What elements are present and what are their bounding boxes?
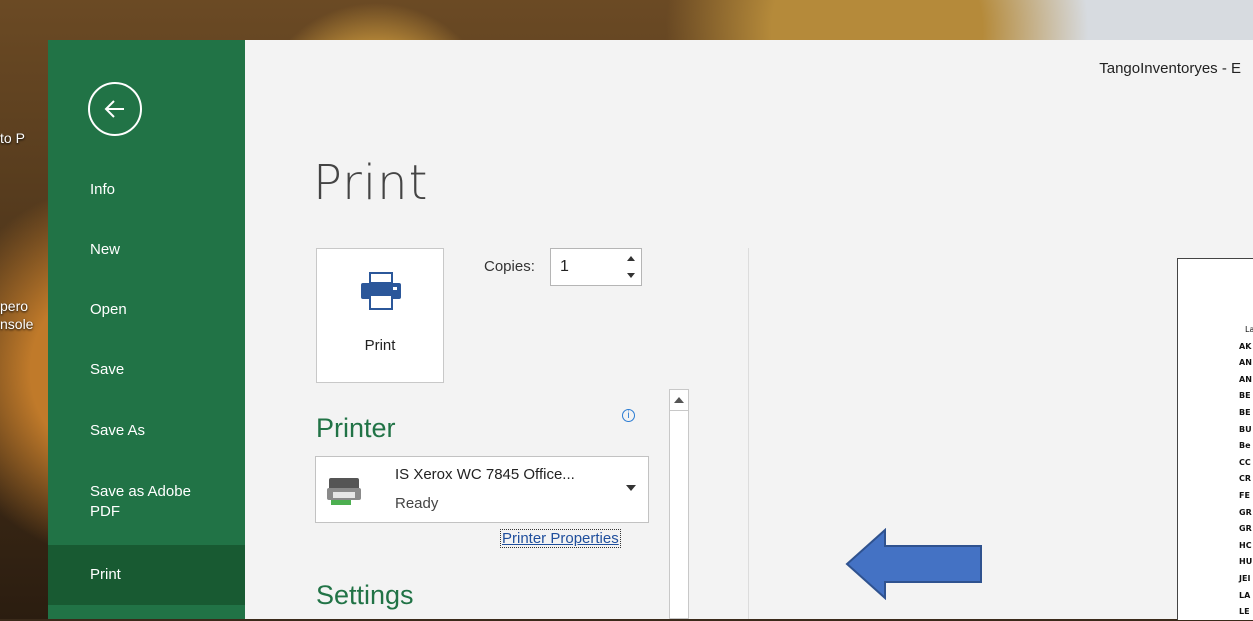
chevron-down-icon [627, 273, 635, 278]
info-icon[interactable]: i [622, 409, 635, 422]
preview-row: GR [1239, 524, 1252, 534]
printer-icon [361, 272, 401, 310]
decrement-button[interactable] [621, 267, 641, 285]
preview-row: AN [1239, 358, 1252, 368]
backstage-sidebar: Info New Open Save Save As Save as Adobe… [48, 40, 245, 619]
sidebar-item-save-as[interactable]: Save As [48, 421, 245, 441]
preview-row: BE [1239, 391, 1251, 401]
copies-label: Copies: [484, 258, 535, 275]
printer-name: IS Xerox WC 7845 Office... [395, 466, 575, 483]
sidebar-item-save[interactable]: Save [48, 360, 245, 380]
preview-row: BU [1239, 424, 1252, 434]
copies-value[interactable]: 1 [560, 258, 569, 276]
printer-section-heading: Printer [316, 413, 396, 443]
printer-dropdown[interactable]: IS Xerox WC 7845 Office... Ready [315, 456, 649, 523]
printer-device-icon [327, 478, 361, 505]
preview-row: La [1245, 325, 1253, 334]
printer-properties-link[interactable]: Printer Properties [500, 529, 621, 548]
print-button[interactable]: Print [316, 248, 444, 383]
settings-scrollbar[interactable] [669, 389, 689, 619]
preview-row: GR [1239, 507, 1252, 517]
print-button-label: Print [364, 337, 396, 354]
print-preview-page: La AK AN AN BE BE BU Be CC CR FE GR GR HC HU JEI LA LE [1177, 258, 1253, 620]
sidebar-item-info[interactable]: Info [48, 180, 245, 200]
preview-rows: La AK AN AN BE BE BU Be CC CR FE GR GR HC HU JEI LA LE [1239, 322, 1253, 621]
printer-status: Ready [395, 495, 439, 512]
excel-window: Info New Open Save Save As Save as Adobe… [48, 40, 1253, 620]
copies-stepper[interactable]: 1 [550, 248, 642, 286]
pane-divider [748, 248, 749, 619]
print-pane: TangoInventoryes - E Print Print Copies:… [245, 40, 1253, 620]
desktop-icon-label[interactable]: nsole [0, 316, 33, 332]
preview-row: HU [1239, 557, 1253, 567]
increment-button[interactable] [621, 249, 641, 267]
scroll-up-button[interactable] [670, 390, 688, 411]
back-arrow-icon [104, 100, 124, 118]
sidebar-item-new[interactable]: New [48, 240, 245, 260]
sidebar-item-print[interactable]: Print [48, 545, 245, 605]
preview-row: Be [1239, 441, 1251, 451]
desktop-icon-label[interactable]: pero [0, 298, 28, 314]
document-title: TangoInventoryes - E [1099, 60, 1241, 77]
preview-row: CR [1239, 474, 1252, 484]
page-title: Print [313, 155, 429, 211]
preview-row: LA [1239, 590, 1251, 600]
preview-row: LE [1239, 607, 1250, 617]
sidebar-item-open[interactable]: Open [48, 300, 245, 320]
preview-row: JEI [1239, 573, 1251, 583]
settings-section-heading: Settings [316, 580, 414, 610]
chevron-up-icon [627, 256, 635, 261]
preview-row: HC [1239, 540, 1252, 550]
chevron-down-icon [626, 485, 636, 491]
back-button[interactable] [88, 82, 142, 136]
preview-row: FE [1239, 490, 1250, 500]
sidebar-item-save-as-adobe-pdf[interactable]: Save as Adobe PDF [48, 482, 245, 522]
preview-row: BE [1239, 407, 1251, 417]
preview-row: AN [1239, 374, 1252, 384]
desktop-icon-label[interactable]: to P [0, 130, 25, 146]
preview-row: CC [1239, 457, 1251, 467]
annotation-arrow-icon [845, 528, 982, 600]
preview-row: AK [1239, 341, 1252, 351]
